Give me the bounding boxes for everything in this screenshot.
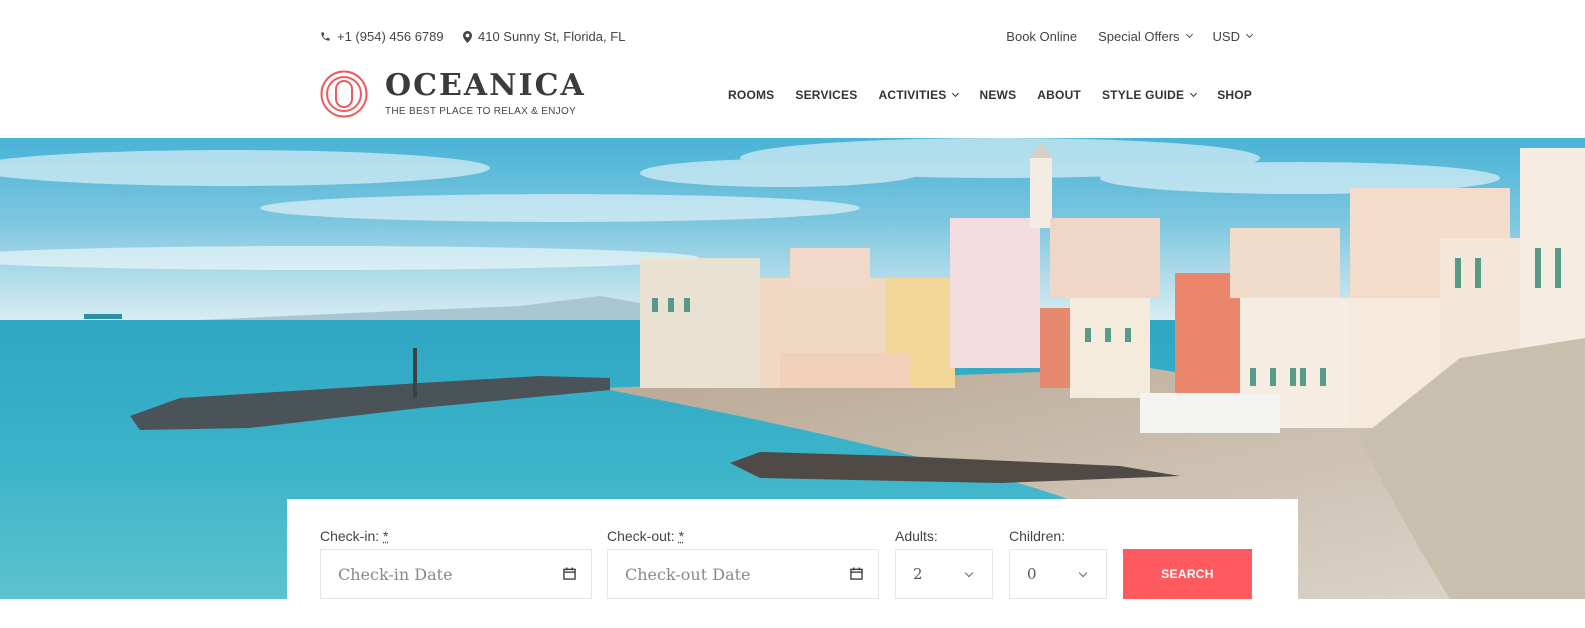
nav-news[interactable]: NEWS [979,88,1016,102]
checkin-label-text: Check-in: [320,528,380,544]
nav-about[interactable]: ABOUT [1037,88,1081,102]
nav-label: SERVICES [795,88,858,102]
booking-form: Check-in: * Check-in Date Check-out: * C… [287,499,1298,628]
map-pin-icon [463,30,472,43]
chevron-down-icon [952,89,960,97]
calendar-icon[interactable] [563,567,576,580]
checkin-input[interactable]: Check-in Date [320,549,592,599]
main-nav: ROOMS SERVICES ACTIVITIES NEWS ABOUT STY… [707,88,1252,102]
phone-contact[interactable]: +1 (954) 456 6789 [320,29,444,44]
book-online-link[interactable]: Book Online [1006,29,1077,44]
logo-icon [320,70,368,118]
top-bar: +1 (954) 456 6789 410 Sunny St, Florida,… [0,0,1585,60]
phone-icon [321,32,330,41]
book-online-label: Book Online [1006,29,1078,44]
nav-label: ACTIVITIES [878,88,947,102]
adults-value: 2 [913,565,923,583]
brand-name: OCEANICA [385,68,586,103]
checkout-field: Check-out: * Check-out Date [607,528,879,599]
adults-label: Adults: [895,528,938,544]
site-logo[interactable]: OCEANICA THE BEST PLACE TO RELAX & ENJOY [320,70,586,118]
special-offers-dropdown[interactable]: Special Offers [1098,29,1193,44]
nav-services[interactable]: SERVICES [795,88,857,102]
nav-label: ROOMS [728,88,775,102]
top-links: Book Online Special Offers USD [985,29,1254,44]
nav-activities[interactable]: ACTIVITIES [878,88,960,102]
ship [84,314,122,319]
chevron-down-icon [1190,89,1198,97]
nav-rooms[interactable]: ROOMS [728,88,774,102]
nav-shop[interactable]: SHOP [1217,88,1252,102]
chevron-down-icon [964,568,974,578]
nav-label: SHOP [1217,88,1252,102]
checkout-placeholder: Check-out Date [625,564,751,584]
address-text: 410 Sunny St, Florida, FL [478,29,626,44]
adults-field: Adults: 2 [895,528,993,599]
children-field: Children: 0 [1009,528,1107,599]
nav-style-guide[interactable]: STYLE GUIDE [1101,88,1198,102]
chevron-down-icon [1245,30,1254,39]
children-select[interactable]: 0 [1009,549,1107,599]
chevron-down-icon [1078,568,1088,578]
children-value: 0 [1027,565,1037,583]
search-button[interactable]: SEARCH [1123,549,1252,599]
checkin-label: Check-in: * [320,528,592,548]
brand-tagline: THE BEST PLACE TO RELAX & ENJOY [385,106,577,117]
address-contact[interactable]: 410 Sunny St, Florida, FL [463,29,625,44]
required-mark: * [383,528,389,544]
nav-label: STYLE GUIDE [1101,88,1185,102]
special-offers-label: Special Offers [1098,29,1180,44]
checkin-field: Check-in: * Check-in Date [320,528,592,599]
checkout-label: Check-out: * [607,528,879,548]
checkin-placeholder: Check-in Date [338,564,453,584]
phone-number: +1 (954) 456 6789 [337,29,444,44]
currency-dropdown[interactable]: USD [1212,29,1254,44]
chevron-down-icon [1185,30,1193,39]
calendar-icon[interactable] [850,567,863,580]
currency-label: USD [1212,29,1240,44]
nav-label: NEWS [979,88,1017,102]
checkout-input[interactable]: Check-out Date [607,549,879,599]
required-mark: * [678,528,685,544]
adults-select[interactable]: 2 [895,549,993,599]
nav-label: ABOUT [1037,88,1081,102]
children-label: Children: [1009,528,1066,544]
lamp-post [413,348,417,398]
checkout-label-text: Check-out: [607,528,675,544]
